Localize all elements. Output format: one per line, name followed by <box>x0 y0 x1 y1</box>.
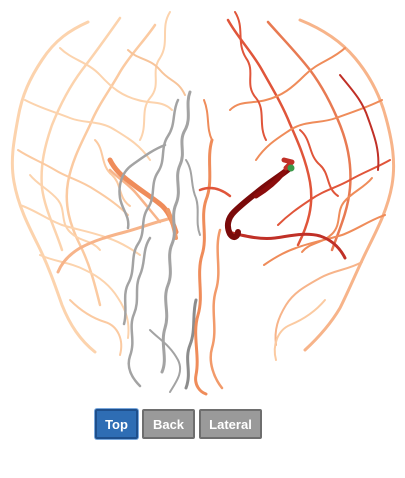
left-vessel <box>69 299 123 356</box>
left-vessel <box>40 16 122 252</box>
right-medial-vessel <box>203 99 213 141</box>
right-vessel <box>226 18 313 247</box>
right-medial-vessel <box>209 228 224 390</box>
left-outer-contour <box>10 20 97 354</box>
back-view-button[interactable]: Back <box>142 409 195 439</box>
left-vessel <box>39 254 130 339</box>
highlighted-occluded-vessel <box>224 157 295 240</box>
right-middle-cerebral-branch <box>226 230 347 260</box>
right-hemisphere-vessels <box>194 11 396 396</box>
vessel-3d-viewer[interactable] <box>0 0 405 400</box>
gray-vessel <box>185 159 201 236</box>
gray-vessel <box>118 143 167 230</box>
right-vessel <box>301 177 373 253</box>
occlusion-marker <box>287 164 295 172</box>
gray-vessel <box>184 298 198 390</box>
right-vessel <box>255 99 383 161</box>
gray-vessel <box>127 236 152 388</box>
top-view-button[interactable]: Top <box>95 409 138 439</box>
right-middle-cerebral-branch <box>198 186 232 198</box>
lateral-view-button[interactable]: Lateral <box>199 409 262 439</box>
right-vessel <box>234 11 267 141</box>
right-vessel <box>339 74 380 171</box>
midline-gray-vessels <box>118 90 201 393</box>
left-middle-cerebral-branch <box>56 216 174 274</box>
dark-red-vessel <box>253 169 287 199</box>
left-hemisphere-vessels <box>10 11 186 356</box>
right-outer-contour <box>298 18 396 352</box>
view-toolbar: Top Back Lateral <box>95 409 262 439</box>
right-vessel <box>273 299 326 361</box>
right-vessel <box>274 261 363 346</box>
